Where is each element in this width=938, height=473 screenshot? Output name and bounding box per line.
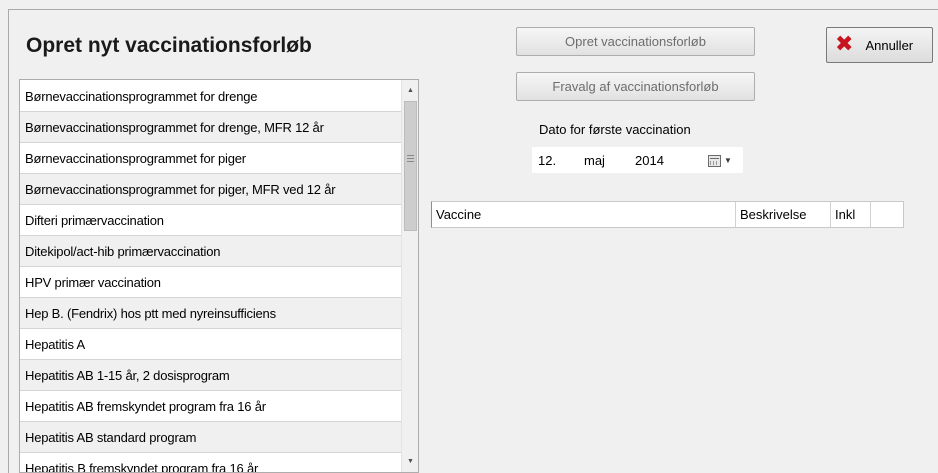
chevron-down-icon: ▼ — [724, 156, 732, 165]
scroll-up-arrow-icon[interactable]: ▲ — [402, 82, 418, 99]
list-item[interactable]: Børnevaccinationsprogrammet for piger, M… — [20, 174, 401, 205]
list-items: Børnevaccinationsprogrammet for drenge B… — [20, 81, 401, 472]
list-item[interactable]: Hepatitis AB fremskyndet program fra 16 … — [20, 391, 401, 422]
vaccination-program-list[interactable]: Børnevaccinationsprogrammet for drenge B… — [19, 79, 419, 473]
list-item[interactable]: Difteri primærvaccination — [20, 205, 401, 236]
column-header-included[interactable]: Inkl — [831, 202, 871, 227]
date-day[interactable]: 12. — [538, 153, 556, 168]
deselect-program-button[interactable]: Fravalg af vaccinationsforløb — [516, 72, 755, 101]
first-vaccination-date-picker[interactable]: 12. maj 2014 ▼ — [532, 147, 743, 173]
list-item[interactable]: Hepatitis AB 1-15 år, 2 dosisprogram — [20, 360, 401, 391]
scrollbar-grip-icon — [407, 155, 414, 162]
create-program-button[interactable]: Opret vaccinationsforløb — [516, 27, 755, 56]
list-item[interactable]: Hepatitis B fremskyndet program fra 16 å… — [20, 453, 401, 472]
date-year[interactable]: 2014 — [635, 153, 664, 168]
column-header-description[interactable]: Beskrivelse — [736, 202, 831, 227]
vaccine-grid[interactable]: Vaccine Beskrivelse Inkl — [431, 201, 904, 228]
page-title: Opret nyt vaccinationsforløb — [26, 34, 312, 57]
calendar-dropdown-button[interactable]: ▼ — [708, 152, 740, 169]
cancel-button[interactable]: ✖ Annuller — [826, 27, 933, 63]
date-month[interactable]: maj — [584, 153, 605, 168]
list-item[interactable]: Ditekipol/act-hib primærvaccination — [20, 236, 401, 267]
list-item[interactable]: Hepatitis AB standard program — [20, 422, 401, 453]
list-item[interactable]: Hep B. (Fendrix) hos ptt med nyreinsuffi… — [20, 298, 401, 329]
scroll-down-arrow-icon[interactable]: ▼ — [402, 453, 418, 470]
column-header-vaccine[interactable]: Vaccine — [432, 202, 736, 227]
scrollbar-thumb[interactable] — [404, 101, 417, 231]
close-x-icon: ✖ — [835, 32, 854, 57]
list-item[interactable]: HPV primær vaccination — [20, 267, 401, 298]
list-item[interactable]: Børnevaccinationsprogrammet for drenge, … — [20, 112, 401, 143]
list-item[interactable]: Hepatitis A — [20, 329, 401, 360]
cancel-button-label: Annuller — [865, 37, 914, 53]
calendar-icon — [708, 154, 721, 167]
list-item[interactable]: Børnevaccinationsprogrammet for piger — [20, 143, 401, 174]
first-vaccination-date-label: Dato for første vaccination — [539, 122, 691, 137]
list-item[interactable]: Børnevaccinationsprogrammet for drenge — [20, 81, 401, 112]
list-scrollbar[interactable]: ▲ ▼ — [401, 80, 418, 472]
